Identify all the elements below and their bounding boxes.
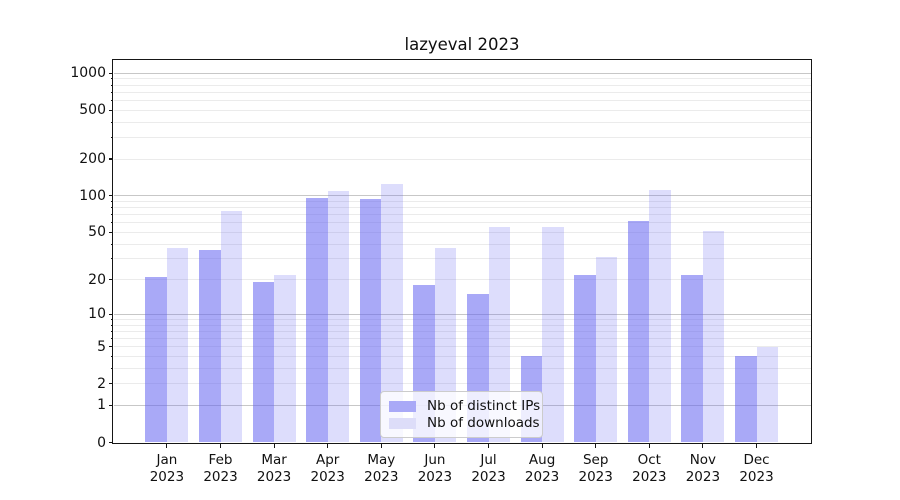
y-gridline-major [114,195,811,196]
y-tick-mark [109,442,113,443]
y-minor-tick-mark [111,100,114,101]
y-gridline-minor [114,159,811,160]
y-tick-label: 0 [0,434,106,452]
bar-distinct-ips-jan [145,277,167,442]
y-minor-tick-mark [111,325,114,326]
legend-item-downloads: Nb of downloads [389,415,534,431]
bar-distinct-ips-feb [199,250,221,443]
x-tick-mark [327,444,328,448]
x-tick-mark [274,444,275,448]
x-tick-mark [595,444,596,448]
chart-title: lazyeval 2023 [114,35,811,54]
bar-downloads-dec [757,347,779,443]
legend-swatch-ips-icon [389,401,416,412]
x-tick-mark [702,444,703,448]
y-tick-mark [109,383,113,384]
y-tick-label: 100 [0,187,106,205]
y-gridline-minor [114,201,811,202]
y-gridline-minor [114,100,811,101]
x-tick-mark [220,444,221,448]
x-tick-mark [488,444,489,448]
x-tick-mark [166,444,167,448]
y-gridline-minor [114,110,811,111]
bar-downloads-aug [542,227,564,442]
plot-area [114,61,811,443]
bar-downloads-mar [274,275,296,443]
x-tick-label: Dec 2023 [722,452,792,485]
y-minor-tick-mark [111,368,114,369]
y-minor-tick-mark [111,207,114,208]
legend-item-distinct-ips: Nb of distinct IPs [389,398,534,414]
legend-label-downloads: Nb of downloads [427,415,540,431]
y-tick-mark [109,232,113,233]
y-gridline-major [114,73,811,74]
bar-downloads-sep [596,257,618,442]
y-gridline-minor [114,85,811,86]
bar-downloads-apr [328,191,350,443]
y-gridline-minor [114,92,811,93]
y-minor-tick-mark [111,92,114,93]
y-minor-tick-mark [111,258,114,259]
y-tick-label: 500 [0,101,106,119]
y-gridline-minor [114,214,811,215]
y-minor-tick-mark [111,137,114,138]
x-tick-mark [542,444,543,448]
bar-distinct-ips-mar [253,282,275,442]
y-tick-label: 1 [0,396,106,414]
y-tick-mark [109,405,113,406]
bar-distinct-ips-dec [735,356,757,442]
y-tick-label: 1000 [0,64,106,82]
x-tick-mark [649,444,650,448]
y-minor-tick-mark [111,338,114,339]
y-minor-tick-mark [111,78,114,79]
y-tick-label: 20 [0,271,106,289]
bar-downloads-jan [167,248,189,442]
y-tick-mark [109,195,113,196]
bar-distinct-ips-sep [574,275,596,443]
bar-distinct-ips-apr [306,198,328,442]
y-gridline-minor [114,78,811,79]
y-minor-tick-mark [111,319,114,320]
y-tick-label: 2 [0,375,106,393]
legend-label-distinct-ips: Nb of distinct IPs [427,398,540,414]
y-tick-label: 10 [0,305,106,323]
y-minor-tick-mark [111,85,114,86]
bar-distinct-ips-nov [681,275,703,443]
y-minor-tick-mark [111,331,114,332]
y-gridline-minor [114,137,811,138]
y-tick-mark [109,346,113,347]
y-tick-mark [109,314,113,315]
y-minor-tick-mark [111,222,114,223]
y-tick-mark [109,279,113,280]
y-minor-tick-mark [111,356,114,357]
bar-downloads-oct [649,190,671,442]
x-tick-mark [381,444,382,448]
chart-figure: lazyeval 2023 01251020501002005001000Jan… [0,0,900,500]
y-tick-label: 5 [0,338,106,356]
y-tick-mark [109,110,113,111]
y-gridline-minor [114,207,811,208]
bar-distinct-ips-may [360,199,382,442]
y-tick-label: 50 [0,223,106,241]
y-gridline-minor [114,122,811,123]
y-tick-label: 200 [0,150,106,168]
bar-downloads-nov [703,231,725,442]
y-minor-tick-mark [111,122,114,123]
y-minor-tick-mark [111,244,114,245]
y-gridline-minor [114,222,811,223]
legend-swatch-downloads-icon [389,418,416,429]
legend: Nb of distinct IPs Nb of downloads [380,391,543,438]
y-minor-tick-mark [111,201,114,202]
y-minor-tick-mark [111,214,114,215]
bar-downloads-feb [221,211,243,442]
y-tick-mark [109,73,113,74]
x-tick-mark [434,444,435,448]
bar-distinct-ips-oct [628,221,650,442]
x-tick-mark [756,444,757,448]
y-tick-mark [109,158,113,159]
